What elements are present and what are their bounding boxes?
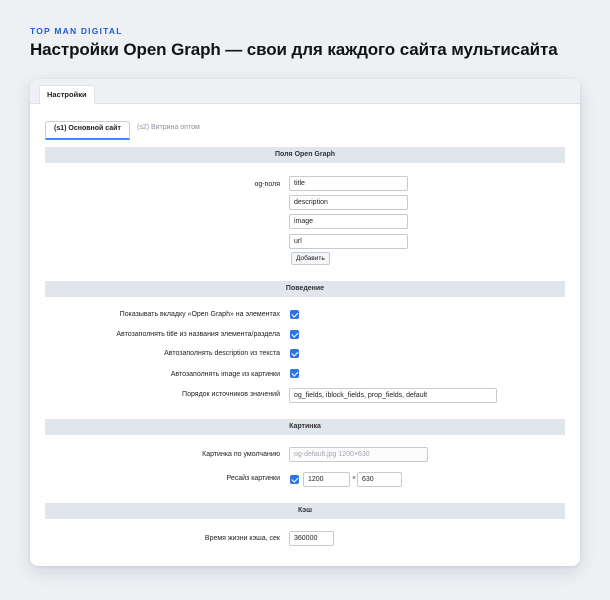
times-sign: × bbox=[352, 475, 357, 482]
behavior-label: Автозаполнять description из текста bbox=[164, 350, 280, 357]
main-tab-bar: Настройки bbox=[30, 79, 580, 104]
order-label: Порядок источников значений bbox=[182, 391, 280, 398]
resize-checkbox[interactable] bbox=[290, 475, 299, 484]
cache-ttl-input[interactable]: 360000 bbox=[289, 531, 334, 546]
section-image: Картинка bbox=[45, 419, 565, 435]
default-image-label: Картинка по умолчанию bbox=[202, 451, 280, 458]
resize-label: Ресайз картинки bbox=[226, 475, 280, 482]
og-field-input[interactable]: image bbox=[289, 214, 408, 229]
behavior-label: Автозаполнять title из названия элемента… bbox=[116, 331, 280, 338]
settings-card: Настройки (s1) Основной сайт (s2) Витрин… bbox=[30, 79, 580, 566]
tab-site-s1[interactable]: (s1) Основной сайт bbox=[45, 121, 130, 140]
og-field-input[interactable]: title bbox=[289, 176, 408, 191]
autofill-title-checkbox[interactable] bbox=[290, 330, 299, 339]
behavior-label: Автозаполнять image из картинки bbox=[170, 371, 280, 378]
tab-settings[interactable]: Настройки bbox=[39, 85, 95, 104]
resize-height-input[interactable]: 630 bbox=[357, 472, 402, 487]
add-field-button[interactable]: Добавить bbox=[291, 252, 330, 265]
source-order-input[interactable]: og_fields, iblock_fields, prop_fields, d… bbox=[289, 388, 497, 403]
section-cache: Кэш bbox=[45, 503, 565, 519]
show-og-tab-checkbox[interactable] bbox=[290, 310, 299, 319]
brand-label: TOP MAN DIGITAL bbox=[30, 26, 123, 36]
tab-site-s2[interactable]: (s2) Витрина оптом bbox=[137, 121, 200, 137]
og-field-input[interactable]: url bbox=[289, 234, 408, 249]
autofill-description-checkbox[interactable] bbox=[290, 349, 299, 358]
section-behavior: Поведение bbox=[45, 281, 565, 297]
behavior-label: Показывать вкладку «Open Graph» на элеме… bbox=[119, 311, 280, 318]
section-og-fields: Поля Open Graph bbox=[45, 147, 565, 163]
og-fields-label: og-поля bbox=[254, 181, 280, 188]
default-image-input[interactable]: og-default.jpg 1200×630 bbox=[289, 447, 428, 462]
og-field-input[interactable]: description bbox=[289, 195, 408, 210]
resize-width-input[interactable]: 1200 bbox=[303, 472, 350, 487]
cache-ttl-label: Время жизни кэша, сек bbox=[204, 535, 280, 542]
page-headline: Настройки Open Graph — свои для каждого … bbox=[30, 40, 558, 59]
autofill-image-checkbox[interactable] bbox=[290, 369, 299, 378]
